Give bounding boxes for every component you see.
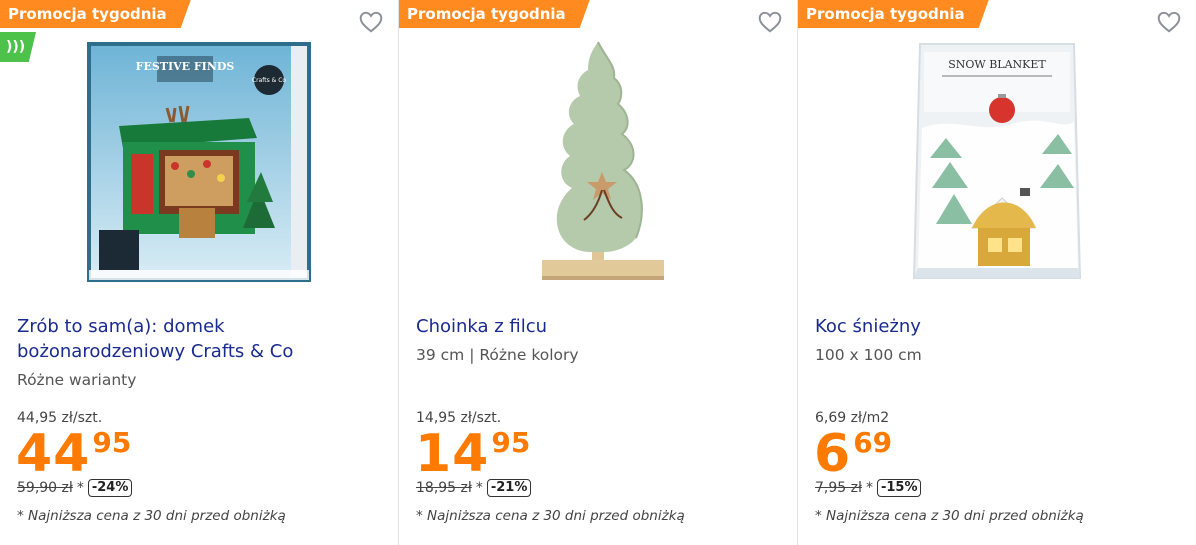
product-subtitle: 39 cm | Różne kolory: [416, 346, 579, 364]
box-brand-text: FESTIVE FINDS: [136, 60, 235, 73]
old-price: 7,95 zł: [815, 480, 862, 496]
product-image[interactable]: SNOW BLANKET: [798, 36, 1196, 288]
product-image: SNOW BLANKET: [912, 43, 1082, 279]
price-decimal: 95: [92, 426, 132, 459]
old-price-row: 7,95 zł * -15%: [815, 479, 922, 497]
promo-badge: Promocja tygodnia: [399, 0, 590, 28]
pack-brand-text: SNOW BLANKET: [948, 58, 1046, 71]
price-decimal: 69: [853, 426, 893, 459]
product-title[interactable]: Choinka z filcu: [416, 314, 777, 339]
old-price-row: 18,95 zł * -21%: [416, 479, 532, 497]
heart-icon[interactable]: [358, 9, 384, 35]
discount-badge: -15%: [876, 479, 922, 497]
discount-badge: -21%: [486, 479, 532, 497]
old-price: 59,90 zł: [17, 480, 73, 496]
promo-badge: Promocja tygodnia: [0, 0, 191, 28]
price-integer: 6: [814, 424, 852, 484]
heart-icon[interactable]: [757, 9, 783, 35]
old-price-row: 59,90 zł * -24%: [17, 479, 133, 497]
box-logo-text: Crafts & Co: [252, 77, 287, 84]
product-card[interactable]: Promocja tygodnia ))) FESTIVE FINDS Craf…: [0, 0, 399, 545]
product-title[interactable]: Koc śnieżny: [815, 314, 1176, 339]
price-note: * Najniższa cena z 30 dni przed obniżką: [815, 508, 1084, 524]
product-card[interactable]: Promocja tygodnia Choinka z filcu 39 cm …: [399, 0, 798, 545]
old-price: 18,95 zł: [416, 480, 472, 496]
product-subtitle: Różne warianty: [17, 371, 137, 389]
old-price-mark: *: [865, 480, 873, 496]
price-integer: 14: [415, 424, 490, 484]
product-grid: Promocja tygodnia ))) FESTIVE FINDS Craf…: [0, 0, 1196, 545]
product-image: [542, 41, 664, 280]
old-price-mark: *: [475, 480, 483, 496]
price-note: * Najniższa cena z 30 dni przed obniżką: [416, 508, 685, 524]
price-decimal: 95: [491, 426, 531, 459]
promo-badge: Promocja tygodnia: [798, 0, 989, 28]
heart-icon[interactable]: [1156, 9, 1182, 35]
discount-badge: -24%: [87, 479, 133, 497]
price: 14 95: [415, 424, 530, 484]
old-price-mark: *: [76, 480, 84, 496]
product-image[interactable]: FESTIVE FINDS Crafts & Co: [0, 36, 398, 288]
price: 44 95: [16, 424, 131, 484]
price: 6 69: [814, 424, 892, 484]
product-image[interactable]: [399, 36, 797, 288]
product-title[interactable]: Zrób to sam(a): domek bożonarodzeniowy C…: [17, 314, 378, 364]
product-card[interactable]: Promocja tygodnia SNOW BLANKET Koc śnież…: [798, 0, 1196, 545]
price-note: * Najniższa cena z 30 dni przed obniżką: [17, 508, 286, 524]
product-subtitle: 100 x 100 cm: [815, 346, 922, 364]
product-image: FESTIVE FINDS Crafts & Co: [87, 42, 311, 282]
price-integer: 44: [16, 424, 91, 484]
